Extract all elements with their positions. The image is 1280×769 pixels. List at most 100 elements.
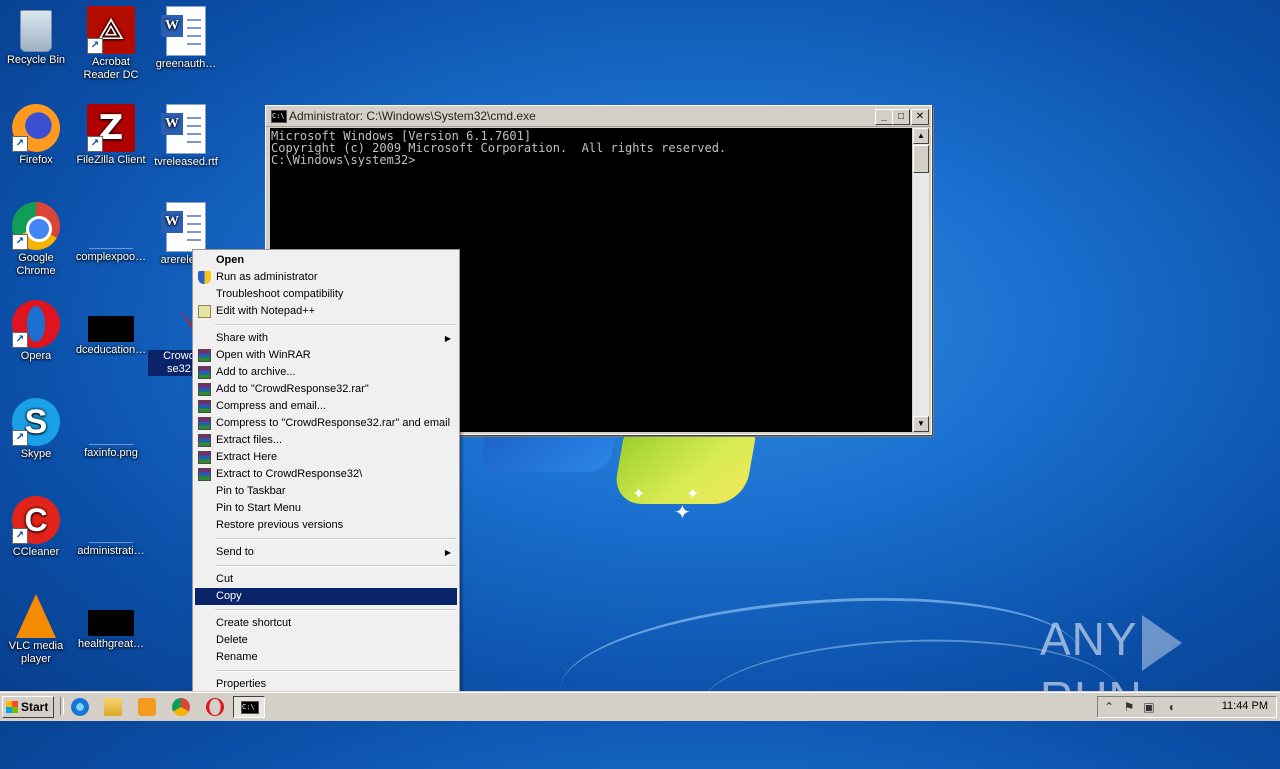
desktop-icon-faxinfo[interactable]: faxinfo.png <box>73 398 149 460</box>
winrar-icon <box>198 417 211 430</box>
play-icon <box>1141 614 1182 671</box>
clock[interactable]: 11:44 PM <box>1222 700 1268 712</box>
shortcut-arrow-icon: ↗ <box>12 332 28 348</box>
menu-item-add-to-archive[interactable]: Add to archive... <box>195 364 457 381</box>
menu-item-open[interactable]: Open <box>195 252 457 269</box>
menu-item-copy[interactable]: Copy <box>195 588 457 605</box>
menu-item-cut[interactable]: Cut <box>195 571 457 588</box>
desktop-icon-ccleaner[interactable]: C ↗ CCleaner <box>0 496 74 559</box>
menu-item-troubleshoot-compatibility[interactable]: Troubleshoot compatibility <box>195 286 457 303</box>
menu-item-create-shortcut[interactable]: Create shortcut <box>195 615 457 632</box>
shortcut-arrow-icon: ↗ <box>12 528 28 544</box>
scroll-up-arrow-icon[interactable]: ▲ <box>913 128 929 144</box>
menu-item-label: Run as administrator <box>216 271 318 283</box>
chrome-icon[interactable] <box>172 698 190 716</box>
menu-item-label: Extract to CrowdResponse32\ <box>216 468 363 480</box>
menu-item-label: Troubleshoot compatibility <box>216 288 344 300</box>
cmd-icon: C:\ <box>271 110 287 123</box>
menu-item-share-with[interactable]: Share with ▶ <box>195 330 457 347</box>
blank-file-icon <box>89 522 133 543</box>
menu-item-add-to-rar[interactable]: Add to "CrowdResponse32.rar" <box>195 381 457 398</box>
show-hidden-icons-icon[interactable]: ⌃ <box>1102 700 1116 714</box>
menu-item-extract-files[interactable]: Extract files... <box>195 432 457 449</box>
winrar-icon <box>198 366 211 379</box>
menu-separator <box>215 609 456 611</box>
network-icon[interactable]: ▣ <box>1142 700 1156 714</box>
shortcut-arrow-icon: ↗ <box>12 430 28 446</box>
maximize-button[interactable]: □ <box>892 109 910 125</box>
desktop-icon-skype[interactable]: S ↗ Skype <box>0 398 74 461</box>
volume-icon[interactable]: ◖ <box>1164 700 1178 714</box>
explorer-icon[interactable] <box>104 698 122 716</box>
desktop-icon-label: faxinfo.png <box>84 447 138 459</box>
scroll-down-arrow-icon[interactable]: ▼ <box>913 416 929 432</box>
menu-item-compress-to-rar-and-email[interactable]: Compress to "CrowdResponse32.rar" and em… <box>195 415 457 432</box>
shortcut-arrow-icon: ↗ <box>87 38 103 54</box>
menu-item-open-with-winrar[interactable]: Open with WinRAR <box>195 347 457 364</box>
menu-separator <box>215 670 456 672</box>
menu-item-delete[interactable]: Delete <box>195 632 457 649</box>
desktop-icon-label: dceducation… <box>75 344 147 356</box>
desktop-icon-label: Opera <box>20 350 52 362</box>
desktop-icon-healthgreat[interactable]: healthgreat… <box>73 594 149 651</box>
taskbar: Start C:\ ⌃ ⚑ ▣ ◖ 11:44 PM <box>0 692 1280 721</box>
menu-item-send-to[interactable]: Send to ▶ <box>195 544 457 561</box>
opera-icon: ↗ <box>12 300 60 348</box>
desktop-icon-label: Recycle Bin <box>6 54 66 66</box>
shortcut-arrow-icon: ↗ <box>12 136 28 152</box>
action-center-flag-icon[interactable]: ⚑ <box>1122 700 1136 714</box>
shortcut-arrow-icon: ↗ <box>12 234 28 250</box>
desktop-icon-recycle-bin[interactable]: Recycle Bin <box>0 6 74 67</box>
desktop-icon-filezilla[interactable]: Z ↗ FileZilla Client <box>73 104 149 167</box>
desktop-icon-complexpoo[interactable]: complexpoo… <box>73 202 149 264</box>
taskbar-cmd-button[interactable]: C:\ <box>233 696 265 718</box>
opera-icon[interactable] <box>206 698 224 716</box>
start-button-label: Start <box>21 700 49 714</box>
menu-item-compress-and-email[interactable]: Compress and email... <box>195 398 457 415</box>
desktop-icon-administrati[interactable]: administrati… <box>73 496 149 558</box>
desktop-icon-label: CCleaner <box>12 546 60 558</box>
menu-item-edit-with-notepadpp[interactable]: Edit with Notepad++ <box>195 303 457 320</box>
start-button[interactable]: Start <box>2 696 54 718</box>
desktop-icon-tvreleased[interactable]: W tvreleased.rtf <box>148 104 224 169</box>
submenu-arrow-icon: ▶ <box>444 548 451 557</box>
desktop-icon-firefox[interactable]: ↗ Firefox <box>0 104 74 167</box>
menu-item-run-as-administrator[interactable]: Run as administrator <box>195 269 457 286</box>
recycle-bin-icon <box>20 10 52 52</box>
menu-item-label: Rename <box>216 651 258 663</box>
menu-item-pin-to-taskbar[interactable]: Pin to Taskbar <box>195 483 457 500</box>
menu-item-label: Properties <box>216 678 267 690</box>
cmd-title-bar[interactable]: C:\ Administrator: C:\Windows\System32\c… <box>266 106 931 127</box>
ie-icon[interactable] <box>71 698 89 716</box>
close-button[interactable]: ✕ <box>911 109 929 125</box>
desktop-icon-label: greenauth… <box>155 58 217 70</box>
menu-item-label: Edit with Notepad++ <box>216 305 316 317</box>
menu-item-extract-to-folder[interactable]: Extract to CrowdResponse32\ <box>195 466 457 483</box>
desktop-icon-dceducation[interactable]: dceducation… <box>73 300 149 357</box>
menu-item-label: Share with <box>216 332 268 344</box>
ccleaner-icon: C ↗ <box>12 496 60 544</box>
desktop-icon-label: healthgreat… <box>77 638 145 650</box>
menu-item-pin-to-start-menu[interactable]: Pin to Start Menu <box>195 500 457 517</box>
menu-item-label: Compress and email... <box>216 400 327 412</box>
chrome-icon: ↗ <box>12 202 60 250</box>
desktop-icon-greenauth[interactable]: W greenauth… <box>148 6 224 71</box>
cmd-vertical-scrollbar[interactable]: ▲ ▼ <box>913 128 929 432</box>
menu-item-label: Add to "CrowdResponse32.rar" <box>216 383 369 395</box>
menu-item-properties[interactable]: Properties <box>195 676 457 693</box>
context-menu[interactable]: Open Run as administrator Troubleshoot c… <box>192 249 460 693</box>
vlc-cone-icon <box>16 594 56 638</box>
desktop-icon-vlc[interactable]: VLC media player <box>0 594 74 666</box>
menu-item-restore-previous-versions[interactable]: Restore previous versions <box>195 517 457 534</box>
minimize-button[interactable]: _ <box>875 109 893 125</box>
winrar-icon <box>198 349 211 362</box>
desktop-icon-google-chrome[interactable]: ↗ Google Chrome <box>0 202 74 278</box>
desktop-icon-opera[interactable]: ↗ Opera <box>0 300 74 363</box>
desktop-icon-acrobat-reader[interactable]: ⟁ ↗ Acrobat Reader DC <box>73 6 149 82</box>
scroll-thumb[interactable] <box>913 145 929 173</box>
media-player-icon[interactable] <box>138 698 156 716</box>
desktop-icon-label: Firefox <box>19 154 53 166</box>
desktop-icon-label: VLC media player <box>8 640 64 665</box>
menu-item-rename[interactable]: Rename <box>195 649 457 666</box>
menu-item-extract-here[interactable]: Extract Here <box>195 449 457 466</box>
